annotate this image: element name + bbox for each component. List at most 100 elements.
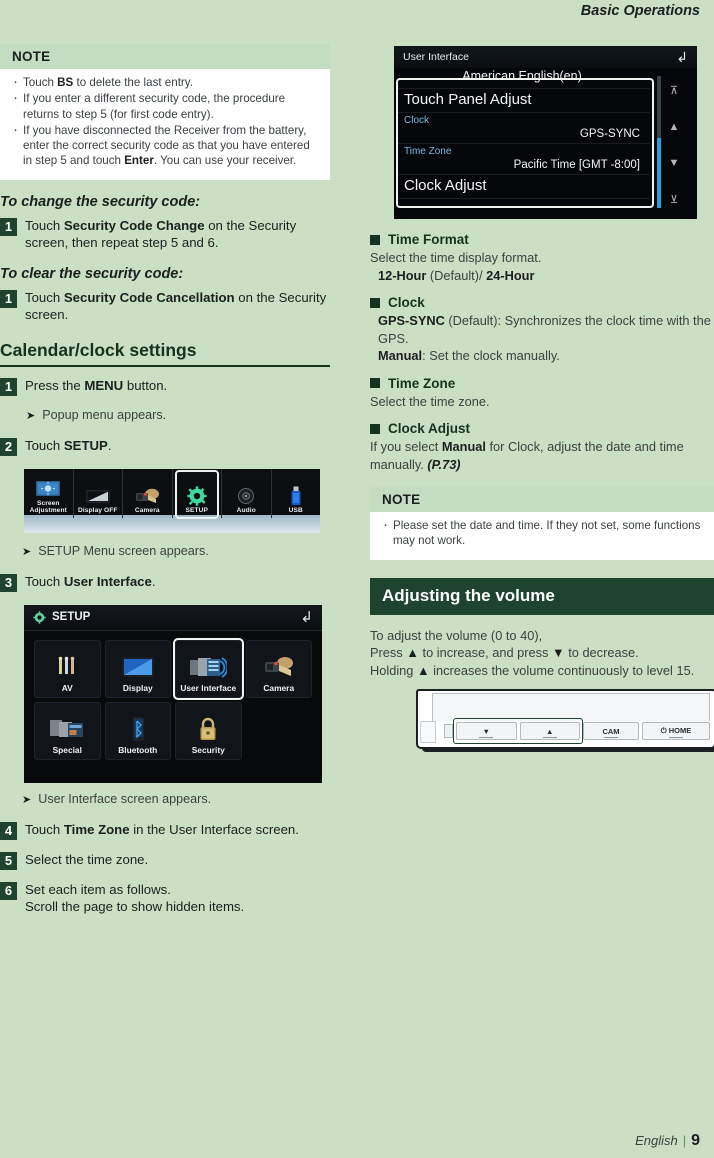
popup-menu-screenshot: Screen Adjustment Display OFF Camera SET… [22, 466, 322, 535]
scroll-down-icon[interactable]: ▼ [669, 157, 680, 169]
step-number-badge: 1 [0, 289, 17, 308]
note-box-2: NOTE Please set the date and time. If th… [370, 487, 714, 560]
button-underline [542, 736, 557, 739]
ui-row-label: Touch Panel Adjust [404, 91, 532, 108]
volume-line-1: To adjust the volume (0 to 40), [370, 627, 543, 643]
setup-tile-label: AV [61, 682, 73, 693]
setup-tile-user-interface[interactable]: User Interface [173, 637, 243, 700]
scroll-top-icon[interactable]: ⊼ [670, 84, 678, 97]
cam-label: CAM [602, 726, 620, 736]
note-box-1: NOTE Touch BS to delete the last entry.I… [0, 44, 330, 180]
popup-item-setup[interactable]: SETUP [173, 468, 222, 519]
step-number-badge: 3 [0, 573, 17, 592]
step-text: Set each item as follows. Scroll the pag… [25, 881, 244, 916]
gear-icon [33, 611, 46, 624]
step-number-badge: 6 [0, 881, 17, 900]
time-format-desc: Select the time display format. [370, 250, 542, 265]
faceplate-knob [444, 724, 453, 739]
result-arrow-icon: ➤ [26, 409, 36, 422]
faceplate-screen [432, 693, 710, 722]
setup-tile-security[interactable]: Security [175, 701, 242, 760]
volume-up-button[interactable]: ▲ [519, 722, 580, 741]
running-header: Basic Operations [580, 3, 700, 19]
setup-tile-display[interactable]: Display [104, 639, 171, 698]
scroll-up-icon[interactable]: ▲ [669, 121, 680, 133]
popup-item-audio[interactable]: Audio [222, 468, 272, 518]
ui-screen-header: User Interface ↲ [394, 46, 697, 68]
setup-tile-special[interactable]: Special [34, 701, 101, 760]
setup-tile-label: Display [122, 682, 153, 693]
step-6-sub: Scroll the page to show hidden items. [25, 899, 245, 915]
result-text: SETUP Menu screen appears. [38, 543, 209, 558]
button-underline [669, 736, 683, 739]
back-arrow-icon[interactable]: ↲ [676, 49, 688, 66]
section-band-adjusting-volume: Adjusting the volume [370, 577, 714, 615]
scroll-bottom-icon[interactable]: ⊻ [670, 193, 678, 206]
note-list-item: If you enter a different security code, … [12, 90, 318, 122]
step-3: 3 Touch User Interface. [0, 573, 330, 592]
note-list-item: Please set the date and time. If they no… [382, 517, 702, 549]
home-button[interactable]: ⏻ HOME [642, 722, 710, 741]
user-interface-screenshot: User Interface ↲ American English(en) To… [392, 44, 699, 221]
subheading-time-zone: Time Zone [370, 376, 714, 391]
step-text: Touch Time Zone in the User Interface sc… [25, 821, 299, 837]
step-5: 5 Select the time zone. [0, 851, 330, 870]
back-arrow-icon[interactable]: ↲ [300, 608, 313, 626]
setup-tile-av[interactable]: AV [34, 639, 101, 698]
note-header-label: NOTE [370, 487, 714, 512]
user-interface-icon [189, 651, 228, 683]
result-arrow-icon: ➤ [22, 545, 32, 558]
ui-row-touch-panel-adjust[interactable]: Touch Panel Adjust [398, 89, 650, 113]
ui-row-language[interactable]: American English(en) [398, 68, 650, 89]
gear-icon [187, 485, 207, 507]
note-list-1: Touch BS to delete the last entry.If you… [0, 69, 330, 180]
popup-item-label: USB [288, 507, 303, 515]
setup-tile-label: User Interface [180, 682, 237, 693]
popup-item-label: SETUP [185, 507, 208, 515]
popup-item-camera[interactable]: Camera [123, 468, 173, 518]
volume-line-2: Press ▲ to increase, and press ▼ to decr… [370, 645, 639, 661]
step-2: 2 Touch SETUP. [0, 437, 330, 456]
ui-row-time-zone[interactable]: Time Zone Pacific Time [GMT -8:00] [398, 144, 650, 175]
step-text: Touch User Interface. [25, 573, 156, 589]
step-number-badge: 2 [0, 437, 17, 456]
setup-tile-bluetooth[interactable]: Bluetooth [104, 701, 171, 760]
step-text: Touch SETUP. [25, 437, 112, 453]
usb-icon [290, 485, 302, 507]
ui-row-clock-adjust[interactable]: Clock Adjust [398, 175, 650, 199]
step-number-badge: 1 [0, 217, 17, 236]
step-number-badge: 1 [0, 377, 17, 396]
popup-item-label: Camera [134, 507, 160, 515]
footer-language: English [635, 1133, 678, 1148]
ui-row-value: GPS-SYNC [579, 128, 640, 140]
right-column: User Interface ↲ American English(en) To… [370, 44, 714, 753]
faceplate-button-row: ▼ ▲ CAM ⏻ HOME [422, 718, 710, 745]
volume-down-button[interactable]: ▼ [456, 722, 517, 741]
button-underline [604, 736, 618, 739]
note-header-label: NOTE [0, 44, 330, 69]
popup-item-label: Display OFF [77, 507, 118, 515]
subheading-label: Time Format [388, 232, 469, 247]
ui-row-value: American English(en) [462, 69, 582, 83]
manual-page: Basic Operations NOTE Touch BS to delete… [0, 0, 714, 1158]
ui-scroll-controls: ⊼ ▲ ▼ ⊻ [657, 72, 691, 218]
cam-button[interactable]: CAM [583, 722, 639, 741]
popup-item-usb[interactable]: USB [272, 469, 321, 518]
popup-item-screen-adjustment[interactable]: Screen Adjustment [24, 468, 74, 518]
setup-tile-camera[interactable]: Camera [245, 639, 312, 698]
volume-down-label: ▼ [482, 726, 490, 736]
popup-item-display-off[interactable]: Display OFF [74, 468, 123, 518]
clock-adjust-desc: If you select Manual for Clock, adjust t… [370, 439, 684, 472]
screen-adjustment-icon [35, 478, 61, 500]
subheading-time-format: Time Format [370, 232, 714, 247]
home-label: ⏻ HOME [660, 726, 692, 736]
step-number-badge: 5 [0, 851, 17, 870]
step-text: Touch Security Code Cancellation on the … [25, 289, 327, 323]
left-column: NOTE Touch BS to delete the last entry.I… [0, 44, 330, 927]
heading-clear-security-code: To clear the security code: [0, 265, 184, 282]
setup-screen-header: SETUP ↲ [24, 604, 322, 631]
footer-separator: | [682, 1133, 687, 1148]
ui-row-clock[interactable]: Clock GPS-SYNC [398, 113, 650, 144]
time-format-options: 12-Hour (Default)/ 24-Hour [378, 267, 535, 283]
ui-screen-list: American English(en) Touch Panel Adjust … [398, 68, 650, 199]
